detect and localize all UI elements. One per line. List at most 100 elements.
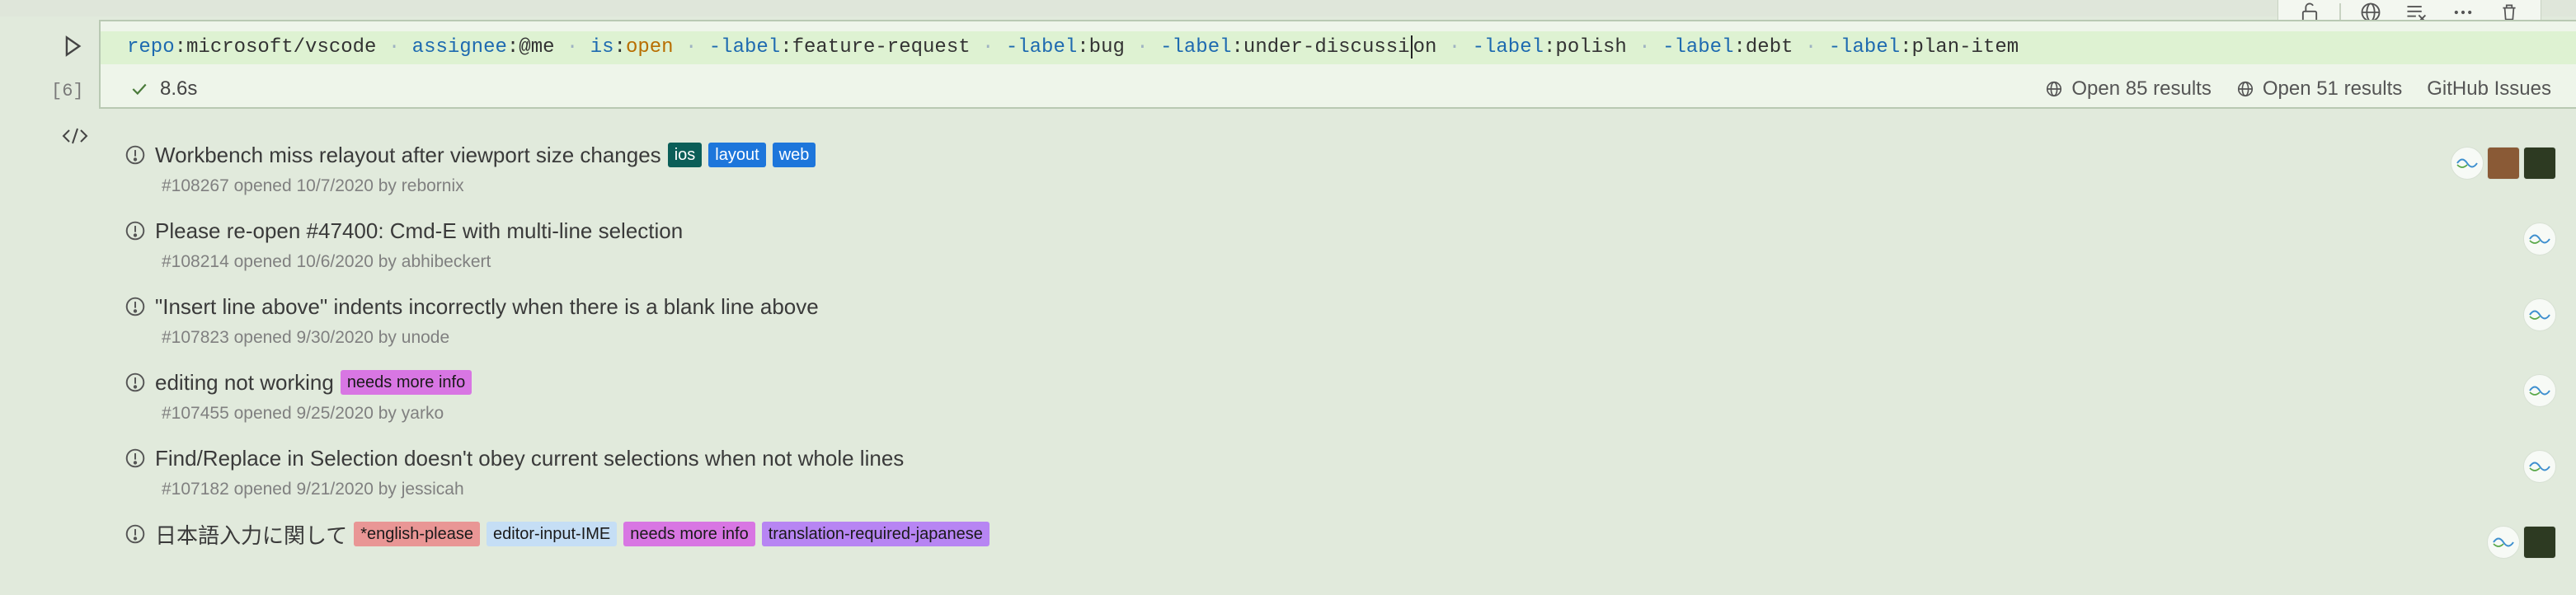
issue-open-icon	[124, 295, 147, 318]
issue-meta: #107455 opened 9/25/2020 by yarko	[162, 404, 444, 423]
code-toggle-icon[interactable]	[61, 125, 89, 147]
issue-title-row: "Insert line above" indents incorrectly …	[124, 292, 819, 321]
query-token: :feature-request	[780, 36, 971, 59]
issue-meta: #107823 opened 9/30/2020 by unode	[162, 328, 450, 347]
issue-title-row: Find/Replace in Selection doesn't obey c…	[124, 443, 904, 473]
issue-meta: #108267 opened 10/7/2020 by rebornix	[162, 176, 464, 195]
issue-open-icon	[124, 371, 147, 394]
open-results-label: Open 85 results	[2071, 77, 2212, 100]
assignee-avatars	[2451, 147, 2556, 180]
issue-label[interactable]: needs more info	[340, 370, 472, 395]
query-token: is	[590, 36, 614, 59]
execution-duration: 8.6s	[160, 77, 198, 100]
query-token: :microsoft/vscode	[174, 36, 377, 59]
renderer-provider[interactable]: GitHub Issues	[2427, 77, 2551, 101]
provider-label: GitHub Issues	[2427, 77, 2551, 100]
avatar[interactable]	[2523, 526, 2556, 559]
issue-label[interactable]: needs more info	[623, 522, 755, 546]
query-token: open	[625, 36, 674, 59]
query-text[interactable]: repo:microsoft/vscode · assignee:@me · i…	[127, 31, 2019, 64]
query-token: :plan-item	[1900, 36, 2019, 59]
query-token: -label	[1005, 36, 1078, 59]
issue-open-icon	[124, 143, 147, 166]
query-token: :debt	[1733, 36, 1793, 59]
open-85-results-link[interactable]: Open 85 results	[2045, 77, 2212, 101]
issue-open-icon	[124, 219, 147, 242]
avatar[interactable]	[2523, 298, 2556, 331]
query-token: :polish	[1544, 36, 1627, 59]
issue-title-row: 日本語入力に関して *english-please editor-input-IME…	[124, 519, 990, 549]
query-token: repo	[127, 36, 175, 59]
assignee-avatars	[2487, 526, 2556, 559]
assignee-avatars	[2523, 298, 2556, 331]
issue-label[interactable]: layout	[708, 143, 766, 167]
issue-title-link[interactable]: 日本語入力に関して	[155, 519, 347, 550]
query-token: :bug	[1077, 36, 1125, 59]
issue-meta: #108214 opened 10/6/2020 by abhibeckert	[162, 252, 491, 271]
query-token: ·	[970, 36, 1006, 59]
open-51-results-link[interactable]: Open 51 results	[2236, 77, 2402, 101]
issue-title-link[interactable]: Please re-open #47400: Cmd-E with multi-…	[155, 218, 683, 244]
assignee-avatars	[2523, 374, 2556, 407]
query-token: -label	[1160, 36, 1232, 59]
avatar[interactable]	[2487, 147, 2520, 180]
issue-list: Workbench miss relayout after viewport s…	[124, 140, 2556, 595]
query-token: ·	[673, 36, 709, 59]
avatar[interactable]	[2523, 223, 2556, 255]
issue-title-row: Workbench miss relayout after viewport s…	[124, 140, 816, 170]
check-icon	[132, 83, 147, 96]
avatar[interactable]	[2523, 450, 2556, 483]
query-token: ·	[1793, 36, 1829, 59]
query-token: ·	[1436, 36, 1473, 59]
query-editor-line[interactable]: repo:microsoft/vscode · assignee:@me · i…	[101, 31, 2576, 64]
query-token: on	[1413, 36, 1437, 59]
query-token: ·	[1626, 36, 1663, 59]
issue-label[interactable]: editor-input-IME	[487, 522, 618, 546]
avatar[interactable]	[2523, 374, 2556, 407]
query-token: :@me	[506, 36, 555, 59]
query-token: ·	[376, 36, 412, 59]
cell-status-bar: 8.6s Open 85 results Open 51 results Git…	[101, 73, 2576, 105]
query-token: -label	[1828, 36, 1901, 59]
issue-title-row: Please re-open #47400: Cmd-E with multi-…	[124, 216, 683, 246]
issue-title-link[interactable]: editing not working	[155, 370, 334, 396]
toolbar-divider	[2339, 3, 2341, 21]
avatar[interactable]	[2487, 526, 2520, 559]
issue-label[interactable]: translation-required-japanese	[761, 522, 990, 546]
globe-icon	[2047, 81, 2062, 97]
open-results-label: Open 51 results	[2262, 77, 2403, 100]
avatar[interactable]	[2523, 147, 2556, 180]
issue-item[interactable]: 日本語入力に関して *english-please editor-input-IME…	[124, 519, 2556, 595]
issue-title-row: editing not working needs more info	[124, 368, 472, 397]
query-token: -label	[708, 36, 781, 59]
query-token: -label	[1662, 36, 1734, 59]
query-token: :under-discussi	[1231, 36, 1410, 59]
result-links: Open 85 results Open 51 results GitHub I…	[2045, 77, 2551, 101]
query-token: ·	[1124, 36, 1161, 59]
avatar[interactable]	[2451, 147, 2484, 180]
issue-title-link[interactable]: Workbench miss relayout after viewport s…	[155, 143, 661, 168]
query-token: -label	[1472, 36, 1544, 59]
issue-item[interactable]: Workbench miss relayout after viewport s…	[124, 140, 2556, 216]
issue-title-link[interactable]: "Insert line above" indents incorrectly …	[155, 294, 819, 320]
issue-title-link[interactable]: Find/Replace in Selection doesn't obey c…	[155, 446, 904, 471]
code-cell[interactable]: repo:microsoft/vscode · assignee:@me · i…	[99, 20, 2576, 109]
run-cell-button[interactable]	[61, 35, 84, 58]
issue-item[interactable]: editing not working needs more info #10745…	[124, 368, 2556, 443]
query-token: ·	[554, 36, 590, 59]
text-cursor	[1410, 35, 1413, 59]
query-token: assignee	[411, 36, 507, 59]
issue-item[interactable]: "Insert line above" indents incorrectly …	[124, 292, 2556, 368]
issue-open-icon	[124, 447, 147, 470]
globe-icon	[2237, 81, 2253, 97]
issue-meta: #107182 opened 9/21/2020 by jessicah	[162, 480, 464, 499]
issue-item[interactable]: Find/Replace in Selection doesn't obey c…	[124, 443, 2556, 519]
issue-label[interactable]: web	[772, 143, 816, 167]
issue-item[interactable]: Please re-open #47400: Cmd-E with multi-…	[124, 216, 2556, 292]
notebook-top-strip	[0, 0, 2576, 16]
issue-label[interactable]: ios	[667, 143, 703, 167]
issue-label[interactable]: *english-please	[354, 522, 480, 546]
execution-status: 8.6s	[130, 77, 197, 101]
assignee-avatars	[2523, 450, 2556, 483]
assignee-avatars	[2523, 223, 2556, 255]
